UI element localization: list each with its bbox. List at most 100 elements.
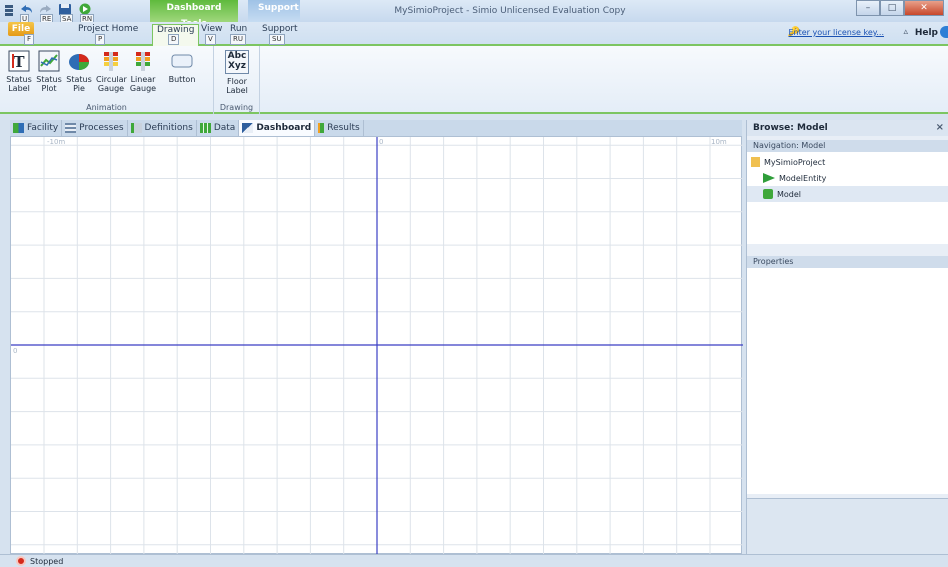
floor-label-icon-text-2: Xyz: [227, 61, 247, 71]
tab-view-keytip: V: [205, 34, 216, 45]
tab-file-label: File: [11, 24, 31, 34]
axis-label-x-pos: 10m: [711, 138, 727, 146]
tab-facility[interactable]: Facility: [10, 120, 63, 136]
context-tab-support[interactable]: Support: [248, 0, 300, 22]
navigation-header: Navigation: Model: [747, 140, 948, 152]
linear-gauge-line2: Gauge: [129, 84, 157, 93]
close-window-button[interactable]: ✕: [904, 0, 944, 16]
quick-access-toolbar: U RE SA RN: [4, 3, 95, 24]
circular-gauge-button[interactable]: Circular Gauge: [96, 50, 127, 93]
results-icon: [318, 123, 325, 133]
definitions-icon: [130, 123, 142, 133]
property-description: [747, 498, 948, 556]
maximize-button[interactable]: □: [880, 0, 904, 16]
nav-item-project-label: MySimioProject: [764, 157, 826, 167]
run-status-label: Stopped: [30, 556, 64, 566]
tab-view[interactable]: View: [201, 24, 222, 34]
run-icon[interactable]: RN: [78, 3, 95, 24]
nav-item-modelentity[interactable]: ModelEntity: [747, 170, 948, 186]
close-icon[interactable]: ×: [936, 120, 944, 136]
browse-header: Browse: Model ×: [747, 120, 948, 136]
title-bar: U RE SA RN Dashboard Tools Support MySim…: [0, 0, 948, 29]
tab-dashboard[interactable]: Dashboard: [239, 120, 316, 136]
nav-item-project[interactable]: MySimioProject: [747, 154, 948, 170]
redo-icon[interactable]: RE: [38, 3, 54, 24]
dashboard-icon: [242, 123, 254, 133]
button-tool-label: Button: [168, 75, 196, 84]
status-label-button[interactable]: T Status Label: [4, 50, 34, 93]
properties-header: Properties: [747, 256, 948, 268]
browse-title: Browse: Model: [753, 123, 828, 133]
window-title: MySimioProject - Simio Unlicensed Evalua…: [394, 6, 626, 16]
status-label-line1: Status: [6, 75, 32, 84]
tab-support-keytip: SU: [269, 34, 285, 45]
minimize-button[interactable]: –: [856, 0, 880, 16]
floor-label-line2: Label: [226, 86, 248, 95]
drawing-group-label: Drawing: [219, 103, 254, 112]
ribbon-tab-row: File F Project Home P Drawing D View V R…: [0, 22, 948, 46]
folder-icon: [751, 157, 760, 167]
axis-label-x-zero: 0: [379, 138, 384, 146]
status-plot-line1: Status: [36, 75, 62, 84]
ribbon: T Status Label Status Plot Status Pie Ci…: [0, 46, 948, 114]
tab-project-home-keytip: P: [95, 34, 106, 45]
circular-gauge-line2: Gauge: [97, 84, 125, 93]
status-plot-button[interactable]: Status Plot: [34, 50, 64, 93]
axis-label-y-zero: 0: [13, 347, 18, 355]
browse-panel: Browse: Model × Navigation: Model MySimi…: [746, 120, 948, 556]
facility-icon: [13, 123, 24, 133]
status-label-icon: T: [8, 50, 30, 72]
entity-triangle-icon: [763, 173, 775, 183]
tab-run[interactable]: Run: [230, 24, 247, 34]
tab-results-label: Results: [327, 123, 360, 133]
model-cube-icon: [763, 189, 773, 199]
floor-label-button[interactable]: Abc Xyz Floor Label: [222, 50, 252, 95]
tab-data-label: Data: [213, 123, 236, 133]
minimize-ribbon-icon[interactable]: ▵: [903, 27, 908, 37]
svg-text:T: T: [13, 53, 25, 71]
processes-icon: [65, 123, 77, 133]
status-pie-icon: [68, 50, 90, 72]
save-icon[interactable]: SA: [58, 3, 74, 24]
ribbon-group-animation: T Status Label Status Plot Status Pie Ci…: [0, 46, 214, 114]
tab-definitions[interactable]: Definitions: [128, 120, 197, 136]
nav-item-model[interactable]: Model: [747, 186, 948, 202]
tab-processes[interactable]: Processes: [62, 120, 128, 136]
help-icon[interactable]: [940, 26, 948, 38]
properties-grid[interactable]: [747, 268, 948, 494]
tab-definitions-label: Definitions: [144, 123, 193, 133]
tab-project-home[interactable]: Project Home: [78, 24, 138, 34]
tab-results[interactable]: Results: [315, 120, 364, 136]
circular-gauge-icon: [100, 50, 122, 72]
tab-facility-label: Facility: [27, 123, 59, 133]
button-tool-button[interactable]: Button: [164, 50, 200, 84]
ribbon-group-drawing: Abc Xyz Floor Label Drawing: [214, 46, 260, 114]
tab-processes-label: Processes: [79, 123, 124, 133]
animation-group-label: Animation: [86, 103, 127, 112]
license-key-link[interactable]: Enter your license key...: [788, 28, 884, 37]
tab-data[interactable]: Data: [197, 120, 240, 136]
canvas-grid: [11, 137, 743, 555]
floor-label-icon-text-1: Abc: [227, 51, 247, 61]
app-menu-icon[interactable]: [4, 3, 14, 17]
circular-gauge-line1: Circular: [96, 75, 127, 84]
linear-gauge-button[interactable]: Linear Gauge: [128, 50, 158, 93]
help-button[interactable]: Help: [915, 28, 938, 38]
button-icon: [171, 50, 193, 72]
data-table-icon: [199, 123, 211, 133]
context-tab-dashboard-tools[interactable]: Dashboard Tools: [150, 0, 238, 29]
status-pie-line1: Status: [66, 75, 92, 84]
tab-dashboard-label: Dashboard: [256, 123, 312, 133]
dashboard-canvas[interactable]: -10m 0 10m 0: [10, 136, 743, 555]
floor-label-icon: Abc Xyz: [225, 50, 249, 74]
status-pie-button[interactable]: Status Pie: [64, 50, 94, 93]
status-pie-line2: Pie: [73, 84, 85, 93]
nav-item-modelentity-label: ModelEntity: [779, 173, 827, 183]
linear-gauge-line1: Linear: [130, 75, 156, 84]
tab-run-keytip: RU: [230, 34, 246, 45]
undo-icon[interactable]: U: [18, 3, 34, 24]
axis-label-x-neg: -10m: [47, 138, 66, 146]
tab-support[interactable]: Support: [262, 24, 298, 34]
document-tabs: Facility Processes Definitions Data Dash…: [10, 120, 742, 136]
run-status: Stopped: [16, 556, 63, 566]
